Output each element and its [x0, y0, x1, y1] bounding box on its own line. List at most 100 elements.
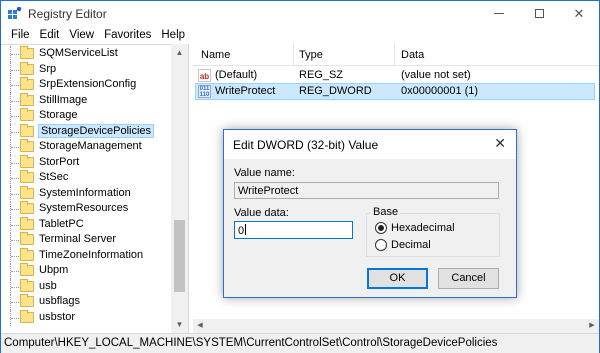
folder-icon	[20, 294, 34, 307]
tree-item[interactable]: Terminal Server	[1, 232, 171, 248]
menu-edit[interactable]: Edit	[35, 29, 65, 41]
tree-connector-line	[11, 116, 19, 117]
column-header-data[interactable]: Data	[401, 49, 424, 61]
value-row[interactable]: ab (Default) REG_SZ (value not set)	[193, 67, 599, 84]
tree-item[interactable]: SystemInformation	[1, 185, 171, 202]
tree-connector-line	[11, 69, 19, 71]
cancel-button[interactable]: Cancel	[438, 268, 499, 289]
hexadecimal-radio[interactable]	[375, 222, 387, 234]
scroll-left-arrow-icon[interactable]: ◀	[193, 319, 207, 333]
tree-item[interactable]: StSec	[1, 170, 171, 186]
maximize-button[interactable]	[519, 1, 559, 26]
minimize-button[interactable]	[479, 1, 519, 26]
tree-item-label: SQMServiceList	[39, 47, 118, 59]
folder-icon	[20, 154, 34, 168]
tree-item[interactable]: TabletPC	[1, 216, 171, 233]
tree-item[interactable]: SrpExtensionConfig	[1, 77, 171, 93]
folder-icon	[20, 92, 34, 106]
list-horizontal-scrollbar[interactable]: ◀ ▶	[193, 319, 599, 333]
tree-item[interactable]: usbstor	[1, 309, 171, 326]
tree-item-label: StorageDevicePolicies	[38, 123, 155, 138]
close-button[interactable]: ✕	[559, 1, 599, 26]
edit-dword-dialog: Edit DWORD (32-bit) Value ✕ Value name: …	[223, 129, 517, 298]
ok-button[interactable]: OK	[367, 268, 428, 289]
registry-editor-icon	[8, 7, 22, 19]
folder-icon	[20, 139, 34, 152]
value-data-input[interactable]: 0	[234, 221, 353, 239]
tree-item-label: SystemResources	[39, 202, 129, 214]
tree-item[interactable]: StorPort	[1, 154, 171, 171]
dialog-title: Edit DWORD (32-bit) Value	[233, 138, 379, 152]
tree-item[interactable]: SystemResources	[1, 201, 171, 217]
tree-connector-line	[11, 271, 19, 272]
maximize-icon	[534, 9, 544, 18]
window-title: Registry Editor	[28, 7, 107, 21]
value-name-cell: (Default)	[215, 69, 258, 81]
folder-icon	[20, 108, 34, 121]
menu-help[interactable]: Help	[156, 29, 190, 41]
tree-connector-line	[11, 193, 19, 195]
registry-key-tree[interactable]: SQMServiceList Srp SrpExtensionConfig Still…	[1, 44, 188, 333]
value-data-cell: (value not set)	[401, 69, 471, 81]
value-name-field: WriteProtect	[234, 182, 499, 199]
tree-connector-line	[11, 54, 19, 55]
tree-item[interactable]: StorageDevicePolicies	[1, 123, 171, 140]
tree-connector-line	[11, 100, 19, 102]
value-type-cell: REG_DWORD	[299, 85, 372, 97]
folder-icon	[20, 309, 34, 323]
tree-item[interactable]: SQMServiceList	[1, 46, 171, 62]
tree-item-label: StSec	[39, 171, 69, 183]
tree-item-label: SrpExtensionConfig	[39, 78, 137, 90]
base-label: Base	[371, 206, 401, 218]
folder-icon	[20, 201, 34, 214]
tree-connector-line	[11, 224, 19, 226]
decimal-label[interactable]: Decimal	[391, 239, 431, 251]
scroll-down-arrow-icon[interactable]: ▼	[171, 316, 188, 333]
folder-icon	[20, 61, 34, 75]
tree-item[interactable]: usb	[1, 278, 171, 295]
tree-connector-line	[11, 209, 19, 210]
scroll-up-arrow-icon[interactable]: ▲	[171, 44, 188, 61]
tree-item-label: Ubpm	[39, 264, 69, 276]
value-data-text: 0	[238, 225, 245, 237]
tree-scroll-thumb[interactable]	[174, 220, 185, 292]
tree-item-label: usbstor	[39, 310, 76, 323]
value-row[interactable]: 011 110 WriteProtect REG_DWORD 0x00000001 (…	[193, 83, 599, 100]
decimal-radio[interactable]	[375, 239, 387, 251]
dialog-close-icon[interactable]: ✕	[494, 135, 506, 152]
tree-item[interactable]: TimeZoneInformation	[1, 247, 171, 264]
column-divider[interactable]	[293, 44, 294, 66]
tree-item[interactable]: Ubpm	[1, 263, 171, 279]
tree-connector-line	[11, 302, 19, 303]
folder-icon	[20, 263, 34, 276]
folder-icon	[20, 77, 34, 90]
tree-item-label: Terminal Server	[39, 233, 117, 245]
tree-item-label: usb	[39, 279, 57, 292]
column-header-name[interactable]: Name	[201, 49, 230, 61]
tree-connector-line	[11, 317, 19, 319]
folder-icon	[20, 46, 34, 59]
dialog-title-bar[interactable]: Edit DWORD (32-bit) Value ✕	[224, 130, 516, 159]
title-bar[interactable]: Registry Editor ✕	[1, 1, 599, 26]
hexadecimal-label[interactable]: Hexadecimal	[391, 222, 455, 234]
value-name-label: Value name:	[234, 167, 295, 179]
value-data-label: Value data:	[234, 207, 289, 219]
tree-vertical-scrollbar[interactable]: ▲ ▼	[171, 44, 188, 333]
menu-file[interactable]: File	[6, 29, 35, 41]
menu-view[interactable]: View	[64, 29, 99, 41]
menu-favorites[interactable]: Favorites	[99, 29, 156, 41]
column-divider[interactable]	[394, 44, 395, 66]
tree-connector-line	[11, 255, 19, 257]
tree-item[interactable]: Storage	[1, 108, 171, 124]
folder-icon	[20, 278, 34, 292]
tree-item-label: StorageManagement	[39, 140, 142, 152]
tree-item[interactable]: StorageManagement	[1, 139, 171, 155]
menu-bar: File Edit View Favorites Help	[1, 26, 599, 44]
tree-item[interactable]: Srp	[1, 61, 171, 78]
value-type-cell: REG_SZ	[299, 69, 344, 81]
tree-item[interactable]: StillImage	[1, 92, 171, 109]
tree-item[interactable]: usbflags	[1, 294, 171, 310]
column-header-type[interactable]: Type	[299, 49, 323, 61]
tree-connector-line	[11, 85, 19, 86]
scroll-right-arrow-icon[interactable]: ▶	[585, 319, 599, 333]
